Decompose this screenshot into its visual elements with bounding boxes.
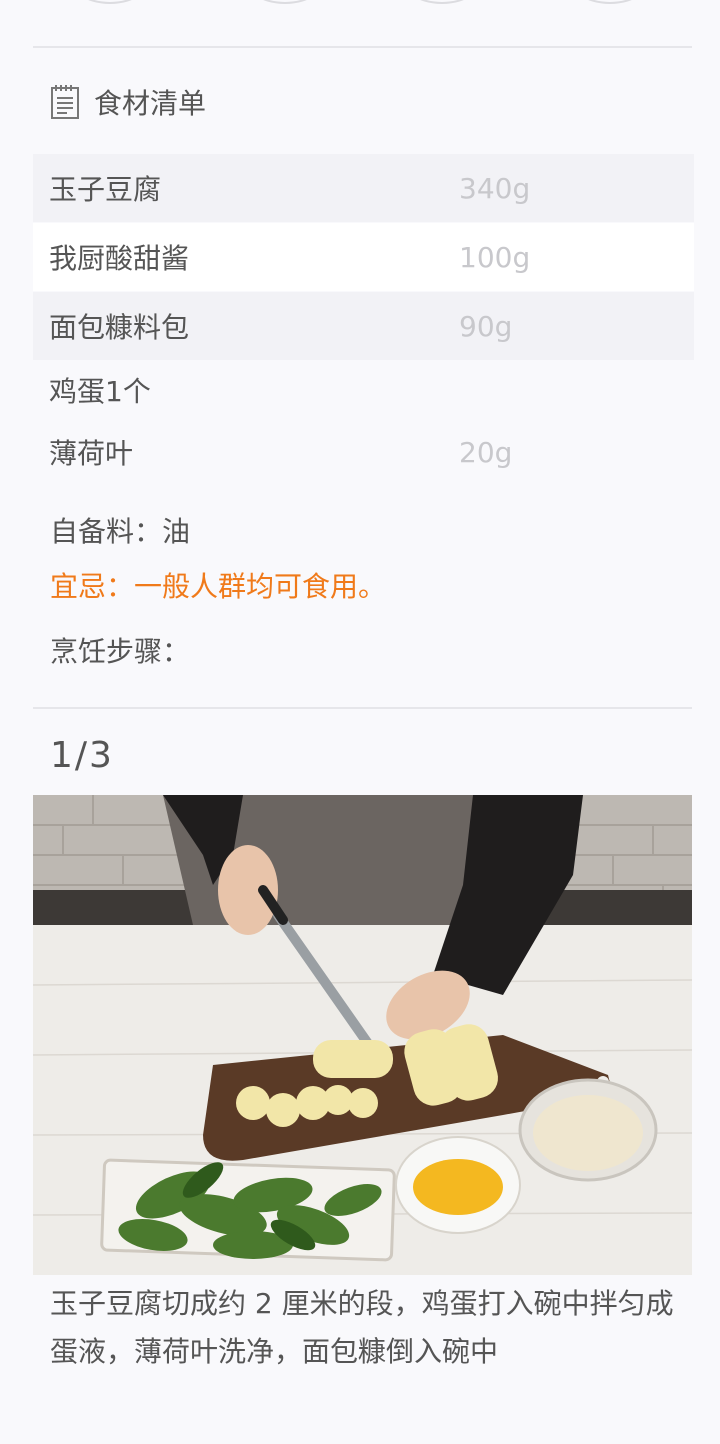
ingredient-name: 玉子豆腐 (49, 173, 162, 206)
ingredient-name: 薄荷叶 (49, 437, 134, 470)
ingredient-amount: 90g (459, 309, 513, 343)
ingredient-amount: 20g (459, 435, 513, 469)
ingredient-amount: 100g (459, 240, 531, 274)
ingredients-title: 食材清单 (94, 87, 207, 120)
taboo-note: 宜忌：一般人群均可食用。 (50, 570, 387, 603)
ingredient-name: 面包糠料包 (49, 311, 190, 344)
ingredient-row: 我厨酸甜酱 100g (33, 223, 694, 291)
divider (33, 46, 692, 48)
self-prepared-note: 自备料：油 (50, 515, 191, 548)
ingredient-name: 我厨酸甜酱 (49, 242, 190, 275)
ingredient-row: 玉子豆腐 340g (33, 154, 694, 222)
circle-button[interactable] (565, 0, 655, 4)
ingredients-header: 食材清单 (50, 82, 206, 122)
ingredient-name: 鸡蛋1个 (49, 375, 151, 408)
top-circle-buttons (0, 0, 720, 10)
ingredient-row: 鸡蛋1个 (33, 356, 694, 424)
step-photo (33, 795, 692, 1275)
circle-button[interactable] (397, 0, 487, 4)
ingredient-row: 面包糠料包 90g (33, 292, 694, 360)
circle-button[interactable] (65, 0, 155, 4)
step-illustration (33, 795, 692, 1275)
step-description: 玉子豆腐切成约 2 厘米的段，鸡蛋打入碗中拌匀成蛋液，薄荷叶洗净，面包糠倒入碗中 (50, 1287, 674, 1368)
notepad-icon (51, 85, 79, 119)
ingredient-row: 薄荷叶 20g (33, 418, 694, 486)
circle-button[interactable] (240, 0, 330, 4)
steps-heading: 烹饪步骤： (50, 635, 191, 668)
step-number: 1/3 (50, 735, 114, 776)
divider (33, 707, 692, 709)
ingredient-amount: 340g (459, 171, 531, 205)
